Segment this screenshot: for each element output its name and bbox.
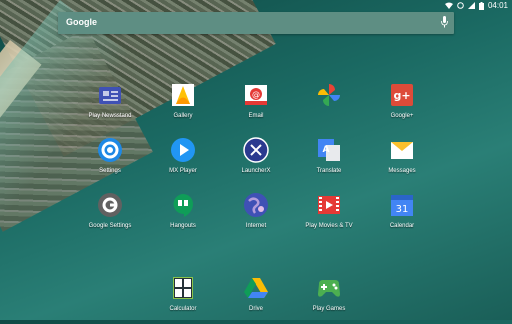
app-play-games[interactable]: Play Games	[297, 274, 361, 324]
app-label: Messages	[388, 168, 416, 174]
app-label: MX Player	[169, 168, 197, 174]
app-label: Google Settings	[88, 223, 132, 229]
app-label: Gallery	[173, 113, 193, 119]
app-google-settings[interactable]: Google Settings	[78, 191, 142, 241]
photos-pinwheel-icon	[315, 81, 343, 109]
app-label: Calculator	[169, 306, 197, 312]
battery-icon	[478, 1, 484, 10]
app-label: Play Movies & TV	[305, 223, 353, 229]
calendar-icon: 31	[388, 191, 416, 219]
status-bar: 04:01	[0, 0, 512, 12]
app-messages[interactable]: Messages	[370, 136, 434, 186]
app-label: Hangouts	[170, 223, 196, 229]
launcherx-icon	[242, 136, 270, 164]
app-label: LauncherX	[241, 168, 271, 174]
app-play-movies-tv[interactable]: Play Movies & TV	[297, 191, 361, 241]
google-settings-icon	[96, 191, 124, 219]
app-email[interactable]: @ Email	[224, 81, 288, 131]
messages-envelope-icon	[388, 136, 416, 164]
gallery-icon	[169, 81, 197, 109]
alarm-icon	[457, 2, 464, 9]
translate-icon: A	[315, 136, 343, 164]
email-at-glyph: @	[252, 90, 260, 99]
gplus-glyph: g+	[393, 89, 410, 102]
app-label: Google+	[390, 113, 414, 119]
app-google-plus[interactable]: g+ Google+	[370, 81, 434, 131]
app-hangouts[interactable]: Hangouts	[151, 191, 215, 241]
play-games-controller-icon	[315, 274, 343, 302]
app-label: Email	[248, 113, 264, 119]
app-drive[interactable]: Drive	[224, 274, 288, 324]
microphone-icon[interactable]	[441, 16, 448, 28]
calendar-day-number: 31	[396, 204, 409, 215]
app-mx-player[interactable]: MX Player	[151, 136, 215, 186]
app-label: Translate	[316, 168, 342, 174]
app-calendar[interactable]: 31 Calendar	[370, 191, 434, 241]
app-gallery[interactable]: Gallery	[151, 81, 215, 131]
google-plus-icon: g+	[388, 81, 416, 109]
app-label: Internet	[245, 223, 267, 229]
app-calculator[interactable]: Calculator	[151, 274, 215, 324]
translate-glyph: A	[323, 145, 330, 155]
app-launcherx[interactable]: LauncherX	[224, 136, 288, 186]
play-movies-tv-icon	[315, 191, 343, 219]
signal-icon	[467, 2, 475, 9]
internet-globe-icon	[242, 191, 270, 219]
app-label: Settings	[99, 168, 121, 174]
email-icon: @	[242, 81, 270, 109]
play-newsstand-icon	[96, 81, 124, 109]
app-label: Play Games	[312, 306, 346, 312]
app-translate[interactable]: A Translate	[297, 136, 361, 186]
calculator-icon	[169, 274, 197, 302]
drive-icon	[242, 274, 270, 302]
mx-player-icon	[169, 136, 197, 164]
app-settings[interactable]: Settings	[78, 136, 142, 186]
app-play-newsstand[interactable]: Play Newsstand	[78, 81, 142, 131]
wifi-icon	[444, 2, 453, 9]
app-label: Drive	[248, 306, 263, 312]
app-label: Play Newsstand	[88, 113, 132, 119]
app-internet[interactable]: Internet	[224, 191, 288, 241]
hangouts-icon	[169, 191, 197, 219]
clock-time: 04:01	[487, 1, 508, 10]
google-search-bar[interactable]: Google	[58, 12, 454, 34]
search-label: Google	[66, 17, 97, 27]
app-label: Calendar	[389, 223, 415, 229]
settings-gear-icon	[96, 136, 124, 164]
app-photos[interactable]	[297, 81, 361, 131]
